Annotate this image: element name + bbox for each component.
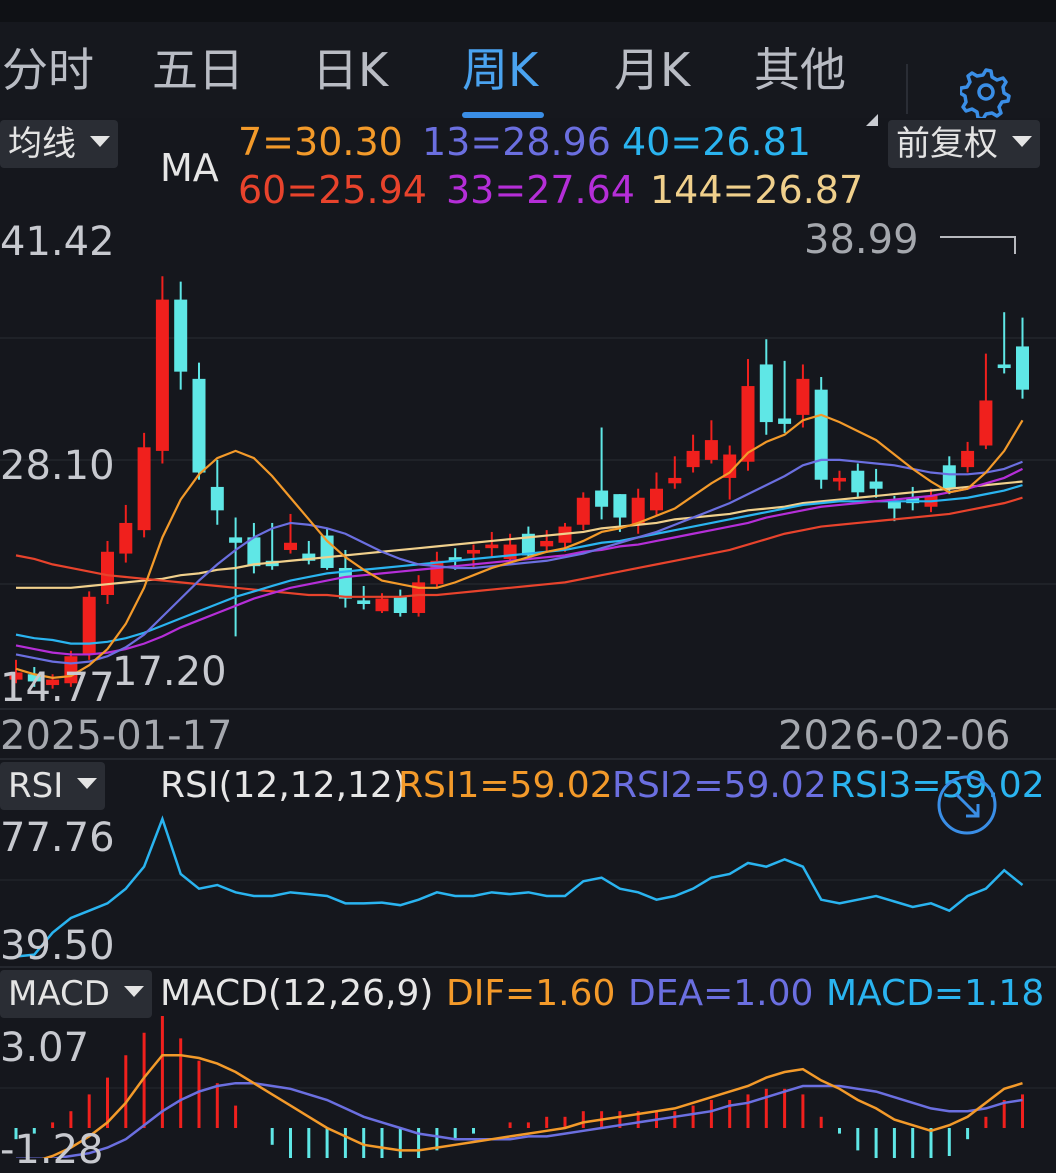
chevron-down-icon — [123, 986, 144, 997]
dif-value: DIF=1.60 — [446, 973, 616, 1014]
price-axis-top: 41.42 — [0, 219, 115, 265]
rsi-axis-bottom: 39.50 — [0, 923, 115, 969]
expand-icon[interactable] — [936, 774, 998, 836]
indicator-selector-rsi[interactable]: RSI — [0, 762, 106, 810]
candle-body — [192, 378, 206, 473]
candle-body — [1016, 346, 1029, 390]
candle-body — [942, 465, 956, 489]
divider — [0, 708, 1056, 710]
min-price-label: 17.20 — [112, 649, 227, 695]
candle-body — [82, 596, 96, 655]
candle-body — [375, 598, 389, 612]
candle-body — [137, 447, 151, 531]
candle-body — [997, 364, 1011, 369]
macd-axis-top: 3.07 — [0, 1025, 90, 1071]
candle-body — [778, 418, 792, 424]
price-axis-mid: 28.10 — [0, 443, 115, 489]
candle-body — [430, 560, 444, 585]
candle-body — [796, 378, 810, 415]
candle-body — [284, 542, 297, 550]
candle-body — [485, 544, 499, 549]
dif-line — [41, 1053, 1023, 1158]
candle-body — [613, 494, 627, 518]
dea-value: DEA=1.00 — [628, 973, 814, 1014]
rsi1-value: RSI1=59.02 — [398, 765, 613, 806]
candle-body — [869, 481, 883, 489]
rsi-selector-label: RSI — [8, 766, 64, 806]
max-price-label: 38.99 — [804, 217, 919, 263]
candle-body — [174, 299, 188, 372]
candle-body — [814, 389, 828, 480]
candle-body — [833, 477, 846, 482]
rsi-axis-top: 77.76 — [0, 815, 115, 861]
chevron-down-icon — [77, 778, 98, 789]
candle-body — [540, 540, 554, 547]
max-price-pointer — [940, 236, 1016, 238]
rsi-line — [15, 815, 1024, 958]
candle-body — [668, 477, 682, 484]
candle-body — [576, 497, 590, 525]
divider — [0, 758, 1056, 760]
candle-body — [229, 537, 243, 543]
candle-body — [210, 486, 224, 511]
ma-line-ma144 — [16, 480, 1023, 589]
max-price-pointer-tick — [1014, 236, 1016, 254]
rsi2-value: RSI2=59.02 — [612, 765, 827, 806]
candle-body — [119, 522, 133, 554]
candle-body — [357, 600, 371, 604]
divider — [0, 966, 1056, 968]
indicator-selector-macd[interactable]: MACD — [0, 970, 152, 1018]
candle-body — [759, 364, 773, 423]
candle-body — [155, 299, 169, 451]
ma-line-ma60 — [15, 496, 1023, 598]
candle-body — [979, 400, 993, 446]
candle-body — [467, 549, 480, 554]
ma-line-ma13 — [15, 458, 1023, 665]
date-end: 2026-02-06 — [778, 713, 1011, 759]
ma-line-ma7 — [15, 413, 1024, 679]
candle-body — [595, 490, 609, 507]
candle-body — [704, 440, 718, 460]
dea-line — [16, 1081, 1023, 1158]
candle-body — [686, 450, 700, 468]
candle-body — [961, 450, 975, 468]
macd-selector-label: MACD — [8, 974, 110, 1014]
candle-body — [851, 470, 865, 493]
macd-axis-bottom: -1.28 — [0, 1127, 104, 1173]
date-start: 2025-01-17 — [0, 713, 233, 759]
candle-body — [393, 596, 407, 614]
price-axis-bottom: 14.77 — [0, 665, 115, 711]
macd-value: MACD=1.18 — [826, 973, 1045, 1014]
candle-body — [650, 488, 663, 511]
macd-params: MACD(12,26,9) — [160, 973, 434, 1014]
rsi-params: RSI(12,12,12) — [160, 765, 407, 806]
